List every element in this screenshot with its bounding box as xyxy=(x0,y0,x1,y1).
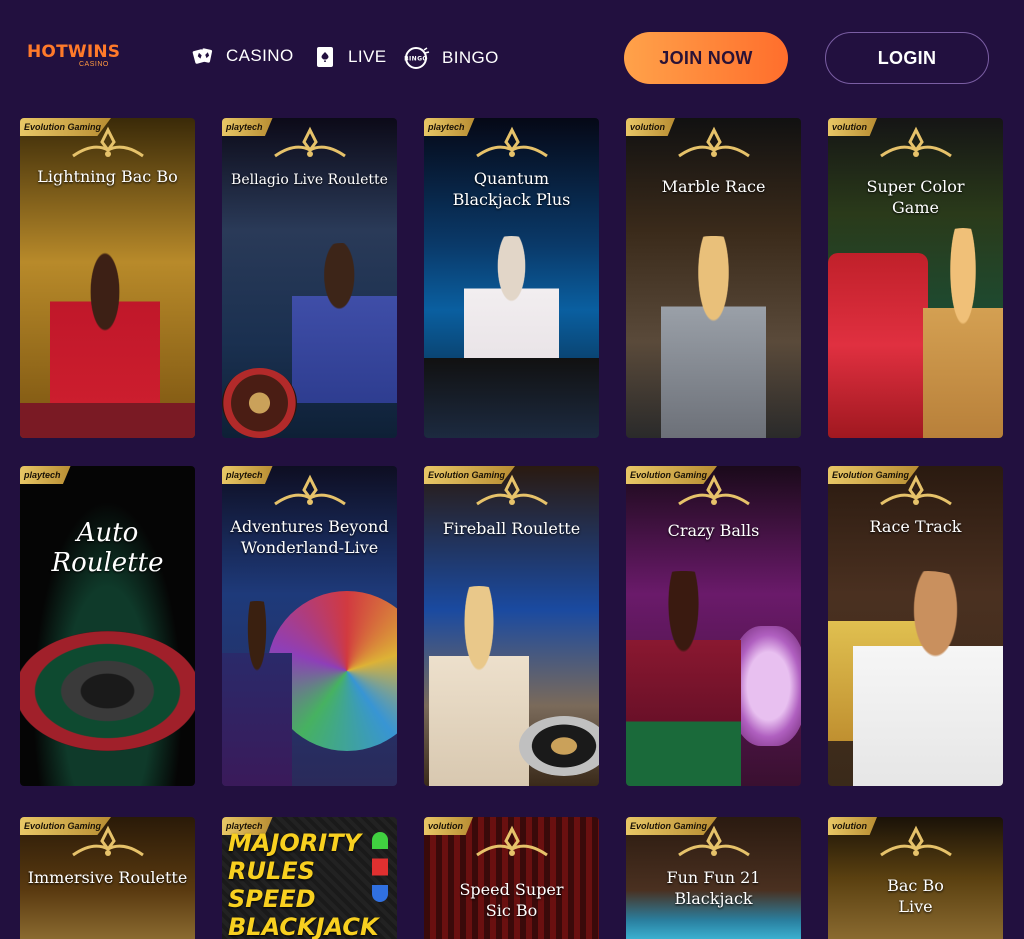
table-image xyxy=(20,403,195,438)
dealer-image xyxy=(661,236,766,438)
nav-bingo-label: BINGO xyxy=(442,48,499,67)
crown-ornament-icon xyxy=(677,825,750,857)
game-title: Quantum Blackjack Plus xyxy=(452,169,571,209)
nav-bingo[interactable]: BINGO BINGO xyxy=(404,46,499,70)
game-title: Immersive Roulette xyxy=(27,868,188,887)
crown-ornament-icon xyxy=(879,825,952,857)
game-tile-super-color-game[interactable]: volution Super Color Game xyxy=(828,118,1003,438)
game-title: Super Color Game xyxy=(866,177,965,217)
game-title: Speed Super Sic Bo xyxy=(459,880,564,920)
game-tile-crazy-balls[interactable]: Evolution Gaming Crazy Balls xyxy=(626,466,801,786)
game-tile-speed-super-sic-bo[interactable]: volution Speed Super Sic Bo xyxy=(424,817,599,939)
crown-ornament-icon xyxy=(71,126,144,158)
game-tile-adventures-beyond-wonderland[interactable]: playtech Adventures Beyond Wonderland-Li… xyxy=(222,466,397,786)
game-tile-fun-fun-21-blackjack[interactable]: Evolution Gaming Fun Fun 21 Blackjack xyxy=(626,817,801,939)
login-button[interactable]: LOGIN xyxy=(825,32,989,84)
game-tile-race-track[interactable]: Evolution Gaming Race Track xyxy=(828,466,1003,786)
nav-live-label: LIVE xyxy=(348,47,387,66)
roulette-wheel-image xyxy=(20,631,195,751)
game-tile-immersive-roulette[interactable]: Evolution Gaming Immersive Roulette xyxy=(20,817,195,939)
game-title: Race Track xyxy=(869,517,962,536)
table-image xyxy=(424,358,599,438)
game-tile-bellagio-live-roulette[interactable]: playtech Bellagio Live Roulette xyxy=(222,118,397,438)
crown-ornament-icon xyxy=(677,126,750,158)
logo-subtext: CASINO xyxy=(79,61,109,68)
crown-ornament-icon xyxy=(273,126,346,158)
dealer-image xyxy=(923,228,1003,438)
game-tile-speed-blackjack[interactable]: playtech MAJORITY RULES SPEED BLACKJACK xyxy=(222,817,397,939)
hotwins-logo[interactable]: HOTWINS CASINO xyxy=(27,42,121,75)
dealer-image xyxy=(626,571,741,786)
game-title: Fun Fun 21 Blackjack xyxy=(666,868,761,908)
dice-board-image xyxy=(828,253,928,438)
nav-casino-label: CASINO xyxy=(226,46,294,65)
game-tile-quantum-blackjack-plus[interactable]: playtech Quantum Blackjack Plus xyxy=(424,118,599,438)
game-title: Bac Bo Live xyxy=(887,876,944,916)
cards-icon xyxy=(192,48,213,64)
roulette-wheel-image xyxy=(519,716,599,776)
game-tile-bac-bo-live[interactable]: volution Bac Bo Live xyxy=(828,817,1003,939)
game-title: Bellagio Live Roulette xyxy=(231,172,388,188)
nav-live[interactable]: LIVE xyxy=(316,46,386,68)
dealer-image xyxy=(292,243,397,403)
dealer-image xyxy=(429,586,529,786)
roulette-wheel-image xyxy=(222,368,297,438)
crown-ornament-icon xyxy=(879,474,952,506)
dealer-image xyxy=(222,601,292,786)
game-title: MAJORITY RULES SPEED BLACKJACK xyxy=(228,829,379,939)
join-now-button[interactable]: JOIN NOW xyxy=(624,32,788,84)
bingo-ball-icon: BINGO xyxy=(404,47,430,69)
dealer-image xyxy=(853,571,1003,786)
game-tile-marble-race[interactable]: volution Marble Race xyxy=(626,118,801,438)
crown-ornament-icon xyxy=(475,126,548,158)
game-title: Fireball Roulette xyxy=(442,519,581,538)
game-title: Marble Race xyxy=(661,177,766,196)
game-title: Auto Roulette xyxy=(51,518,164,578)
crown-ornament-icon xyxy=(71,825,144,857)
ball-drum-image xyxy=(731,626,801,746)
crown-ornament-icon xyxy=(677,474,750,506)
game-title: Adventures Beyond Wonderland-Live xyxy=(230,517,389,557)
color-dots-image xyxy=(372,832,388,902)
site-header: HOTWINS CASINO CASINO LIVE BINGO BINGO J… xyxy=(0,0,1024,116)
nav-casino[interactable]: CASINO xyxy=(192,46,294,66)
game-tile-lightning-bac-bo[interactable]: Evolution Gaming Lightning Bac Bo xyxy=(20,118,195,438)
provider-badge: playtech xyxy=(20,466,71,484)
crown-ornament-icon xyxy=(879,126,952,158)
crown-ornament-icon xyxy=(475,825,548,857)
svg-text:BINGO: BINGO xyxy=(404,56,428,63)
game-title: Lightning Bac Bo xyxy=(37,167,178,186)
logo-text: HOTWINS xyxy=(27,42,121,62)
card-ace-icon xyxy=(317,47,333,67)
game-tile-auto-roulette[interactable]: playtech Auto Roulette xyxy=(20,466,195,786)
crown-ornament-icon xyxy=(273,474,346,506)
game-title: Crazy Balls xyxy=(667,521,760,540)
crown-ornament-icon xyxy=(475,474,548,506)
game-tile-fireball-roulette[interactable]: Evolution Gaming Fireball Roulette xyxy=(424,466,599,786)
